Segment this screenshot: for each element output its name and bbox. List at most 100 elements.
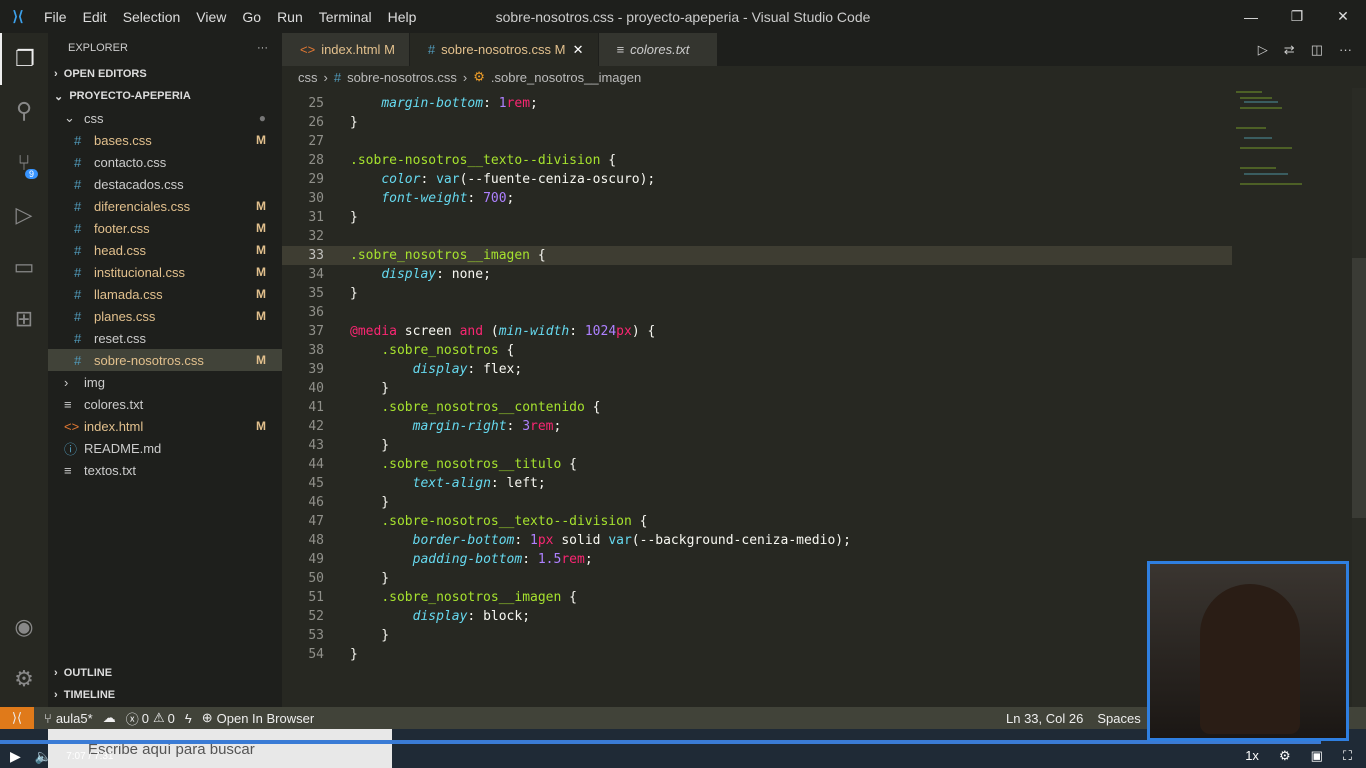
volume-icon[interactable]: 🔈 xyxy=(35,748,52,765)
tree-item[interactable]: # planes.css M xyxy=(48,305,282,327)
tab-colores-txt[interactable]: ≡ colores.txt xyxy=(598,33,718,66)
minimap[interactable] xyxy=(1232,88,1352,208)
menu-selection[interactable]: Selection xyxy=(123,9,181,25)
code-line[interactable]: 33 .sobre_nosotros__imagen { xyxy=(282,246,1232,265)
project-section[interactable]: ⌄ PROYECTO-APEPERIA xyxy=(48,85,282,107)
miniplayer-icon[interactable]: ▣ xyxy=(1311,748,1323,764)
split-editor-icon[interactable]: ◫ xyxy=(1311,42,1323,58)
tree-item[interactable]: # footer.css M xyxy=(48,217,282,239)
settings-gear-icon[interactable]: ⚙ xyxy=(0,653,48,705)
code-line[interactable]: 27 xyxy=(282,132,1232,151)
compare-icon[interactable]: ⇄ xyxy=(1284,42,1295,58)
tree-item[interactable]: ≡ colores.txt xyxy=(48,393,282,415)
tree-item[interactable]: # contacto.css xyxy=(48,151,282,173)
open-editors-section[interactable]: › OPEN EDITORS xyxy=(48,63,282,85)
editor-scrollbar[interactable] xyxy=(1352,88,1366,707)
tree-item[interactable]: <> index.html M xyxy=(48,415,282,437)
code-line[interactable]: 53 } xyxy=(282,626,1232,645)
menu-file[interactable]: File xyxy=(44,9,67,25)
warning-count[interactable]: 0 xyxy=(168,711,175,726)
tree-item[interactable]: # diferenciales.css M xyxy=(48,195,282,217)
close-tab-icon[interactable]: ✕ xyxy=(573,42,584,58)
tree-item[interactable]: ⓘ README.md xyxy=(48,437,282,459)
scrollbar-thumb[interactable] xyxy=(1352,258,1366,518)
tree-item[interactable]: # bases.css M xyxy=(48,129,282,151)
error-count[interactable]: 0 xyxy=(142,711,149,726)
search-icon[interactable]: ⚲ xyxy=(0,85,48,137)
code-line[interactable]: 34 display: none; xyxy=(282,265,1232,284)
tree-item[interactable]: ≡ textos.txt xyxy=(48,459,282,481)
code-line[interactable]: 51 .sobre_nosotros__imagen { xyxy=(282,588,1232,607)
code-line[interactable]: 46 } xyxy=(282,493,1232,512)
close-button[interactable]: ✕ xyxy=(1320,0,1366,33)
video-progress-bar[interactable] xyxy=(0,740,1321,744)
menu-help[interactable]: Help xyxy=(388,9,417,25)
code-line[interactable]: 47 .sobre-nosotros__texto--division { xyxy=(282,512,1232,531)
tree-item[interactable]: # sobre-nosotros.css M xyxy=(48,349,282,371)
more-icon[interactable]: ··· xyxy=(1339,42,1352,57)
sync-icon[interactable]: ☁ xyxy=(103,710,116,726)
playback-speed[interactable]: 1x xyxy=(1245,748,1259,764)
code-line[interactable]: 28 .sobre-nosotros__texto--division { xyxy=(282,151,1232,170)
tree-item[interactable]: ⌄ css ● xyxy=(48,107,282,129)
run-debug-icon[interactable]: ▷ xyxy=(0,189,48,241)
code-line[interactable]: 35} xyxy=(282,284,1232,303)
remote-icon[interactable]: ⟩⟨ xyxy=(0,707,34,729)
more-actions-icon[interactable]: ··· xyxy=(257,42,268,54)
minimize-button[interactable]: — xyxy=(1228,0,1274,33)
timeline-section[interactable]: › TIMELINE xyxy=(48,684,282,706)
run-icon[interactable]: ▷ xyxy=(1258,42,1268,58)
code-line[interactable]: 44 .sobre_nosotros__titulo { xyxy=(282,455,1232,474)
code-line[interactable]: 32 xyxy=(282,227,1232,246)
code-editor[interactable]: 25 margin-bottom: 1rem; 26} 27 28 .sobre-nos… xyxy=(282,88,1232,707)
tab-index-html[interactable]: <> index.html M xyxy=(282,33,409,66)
tree-item[interactable]: # head.css M xyxy=(48,239,282,261)
code-line[interactable]: 43 } xyxy=(282,436,1232,455)
code-line[interactable]: 39 display: flex; xyxy=(282,360,1232,379)
tree-item[interactable]: › img xyxy=(48,371,282,393)
explorer-icon[interactable]: ❐ xyxy=(0,33,48,85)
code-line[interactable]: 52 display: block; xyxy=(282,607,1232,626)
source-control-icon[interactable]: ⑂ 9 xyxy=(0,137,48,189)
menu-go[interactable]: Go xyxy=(242,9,261,25)
account-icon[interactable]: ◉ xyxy=(0,601,48,653)
code-line[interactable]: 37 @media screen and (min-width: 1024px) … xyxy=(282,322,1232,341)
code-line[interactable]: 29 color: var(--fuente-ceniza-oscuro); xyxy=(282,170,1232,189)
settings-icon[interactable]: ⚙ xyxy=(1279,748,1291,764)
open-in-browser-button[interactable]: Open In Browser xyxy=(217,711,315,726)
menu-view[interactable]: View xyxy=(196,9,226,25)
code-line[interactable]: 31} xyxy=(282,208,1232,227)
code-line[interactable]: 41 .sobre_nosotros__contenido { xyxy=(282,398,1232,417)
tree-item[interactable]: # institucional.css M xyxy=(48,261,282,283)
menu-edit[interactable]: Edit xyxy=(83,9,107,25)
code-line[interactable]: 50 } xyxy=(282,569,1232,588)
code-line[interactable]: 38 .sobre_nosotros { xyxy=(282,341,1232,360)
code-line[interactable]: 25 margin-bottom: 1rem; xyxy=(282,94,1232,113)
restore-button[interactable]: ❐ xyxy=(1274,0,1320,33)
code-line[interactable]: 40 } xyxy=(282,379,1232,398)
code-line[interactable]: 26} xyxy=(282,113,1232,132)
indentation[interactable]: Spaces xyxy=(1097,711,1140,726)
remote-explorer-icon[interactable]: ▭ xyxy=(0,241,48,293)
tab-sobre-nosotros-css[interactable]: # sobre-nosotros.css M ✕ xyxy=(409,33,598,66)
fullscreen-icon[interactable]: ⛶ xyxy=(1343,748,1352,764)
code-line[interactable]: 54} xyxy=(282,645,1232,664)
breadcrumb-symbol[interactable]: .sobre_nosotros__imagen xyxy=(491,70,641,85)
menu-terminal[interactable]: Terminal xyxy=(319,9,372,25)
play-icon[interactable]: ▶ xyxy=(10,748,21,765)
branch-label[interactable]: aula5* xyxy=(56,711,93,726)
outline-section[interactable]: › OUTLINE xyxy=(48,662,282,684)
code-line[interactable]: 48 border-bottom: 1px solid var(--backgr… xyxy=(282,531,1232,550)
extensions-icon[interactable]: ⊞ xyxy=(0,293,48,345)
code-line[interactable]: 30 font-weight: 700; xyxy=(282,189,1232,208)
tree-item[interactable]: # llamada.css M xyxy=(48,283,282,305)
code-line[interactable]: 36 xyxy=(282,303,1232,322)
breadcrumb-folder[interactable]: css xyxy=(298,70,318,85)
tree-item[interactable]: # destacados.css xyxy=(48,173,282,195)
code-line[interactable]: 49 padding-bottom: 1.5rem; xyxy=(282,550,1232,569)
code-line[interactable]: 42 margin-right: 3rem; xyxy=(282,417,1232,436)
code-line[interactable]: 45 text-align: left; xyxy=(282,474,1232,493)
menu-run[interactable]: Run xyxy=(277,9,303,25)
tree-item[interactable]: # reset.css xyxy=(48,327,282,349)
cursor-position[interactable]: Ln 33, Col 26 xyxy=(1006,711,1083,726)
